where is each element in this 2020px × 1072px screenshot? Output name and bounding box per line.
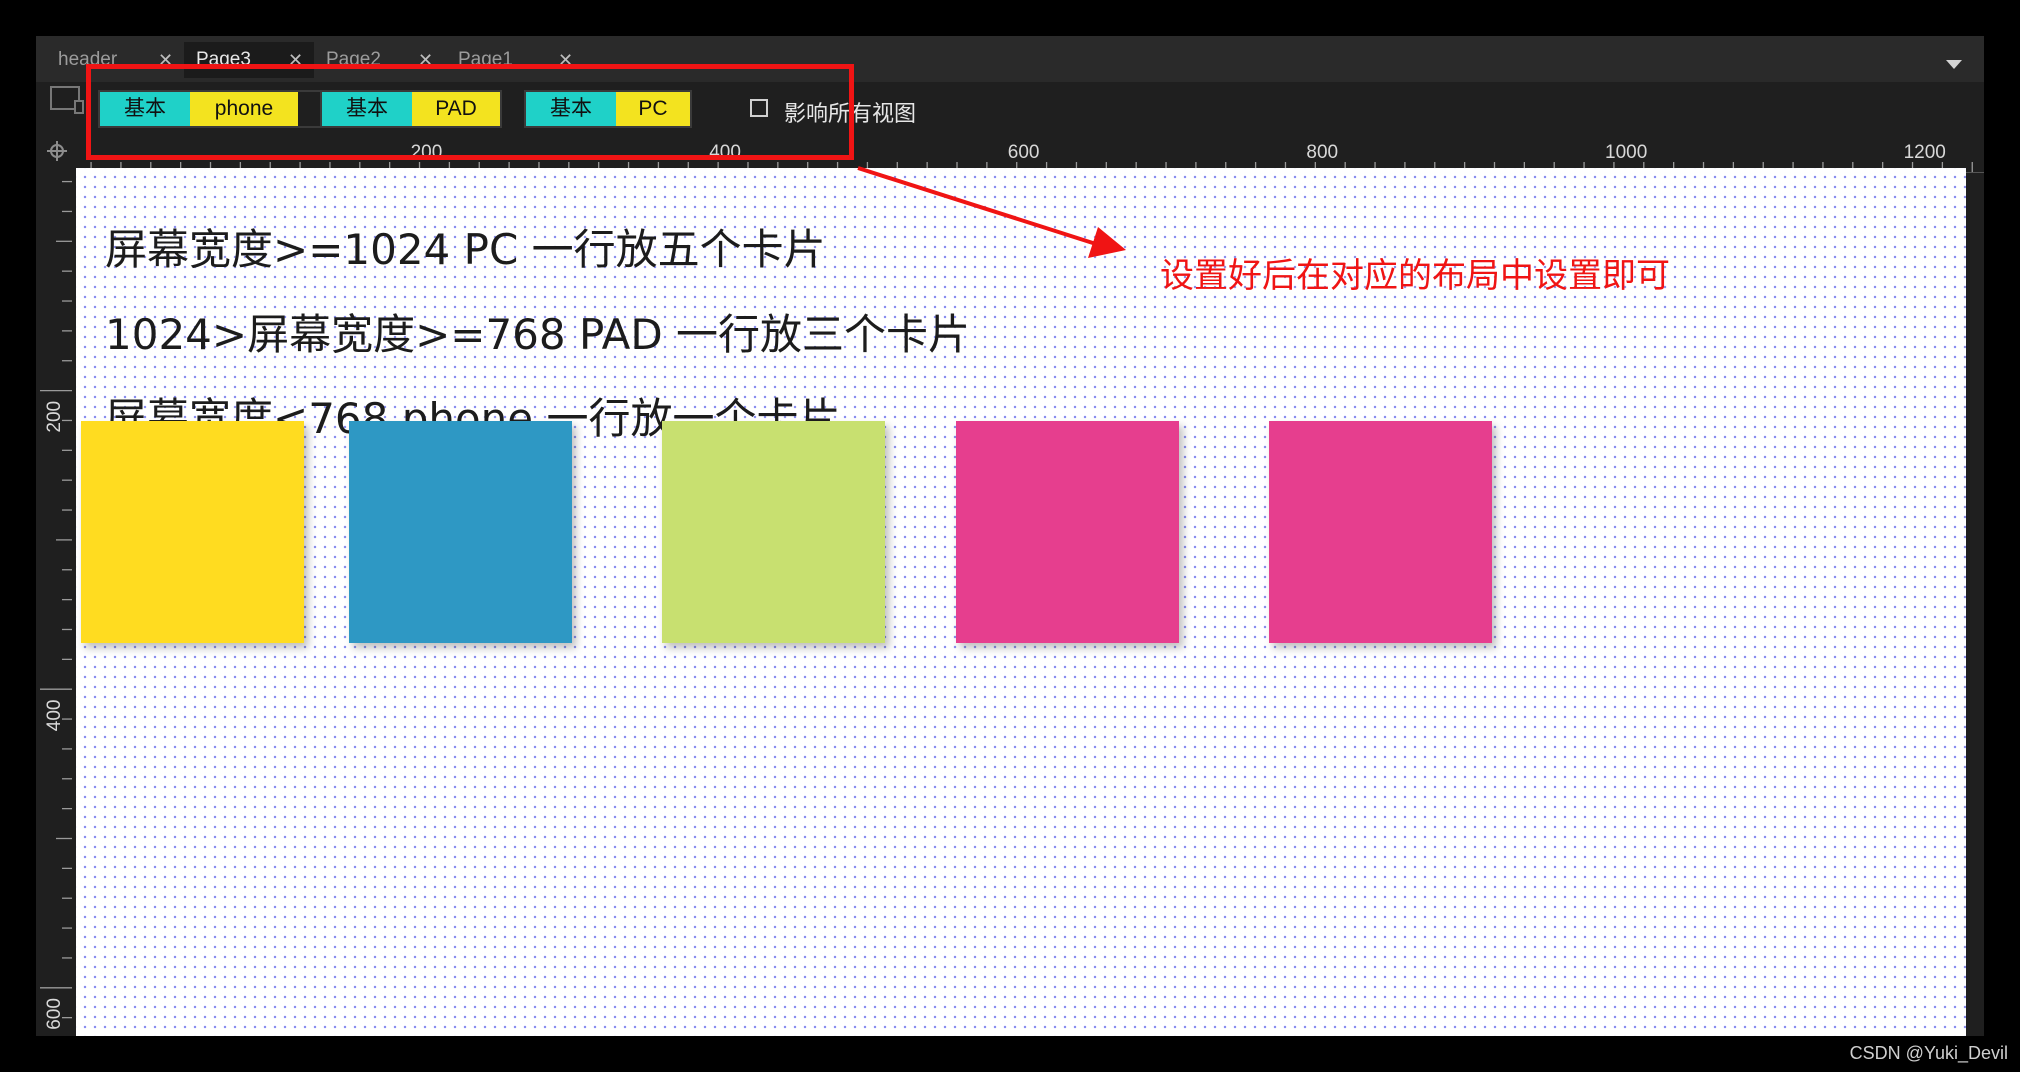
annotation-text: 设置好后在对应的布局中设置即可 xyxy=(1160,256,1670,296)
annotation-arrow xyxy=(857,166,1126,258)
watermark: CSDN @Yuki_Devil xyxy=(1849,1043,2008,1063)
